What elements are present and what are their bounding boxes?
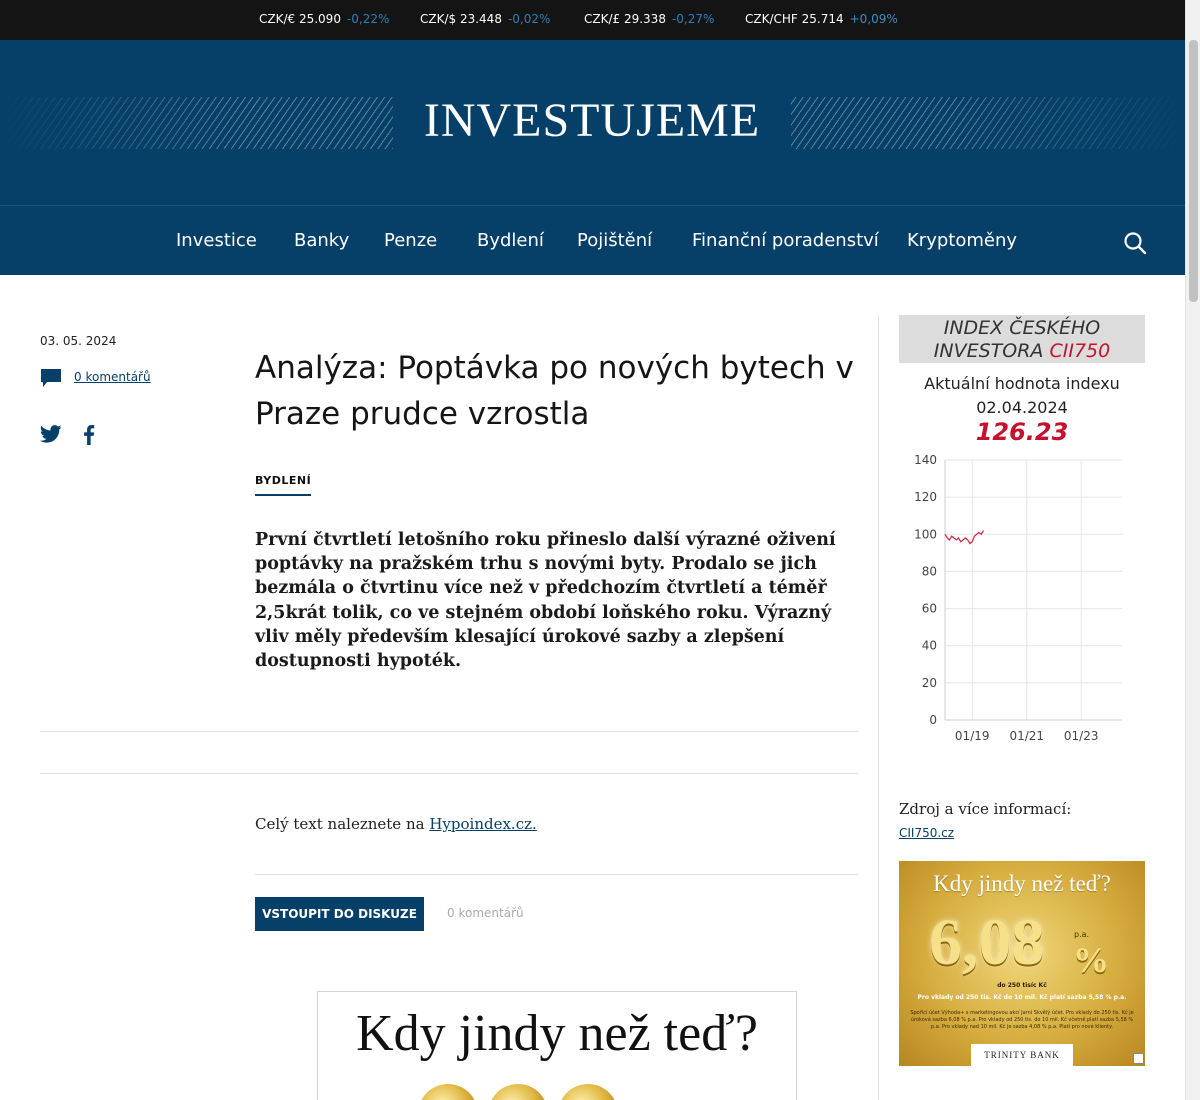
search-icon[interactable] <box>1123 231 1147 255</box>
ticker-change: +0,09% <box>849 12 898 26</box>
article-title: Analýza: Poptávka po nových bytech v Pra… <box>255 350 854 432</box>
twitter-icon[interactable] <box>40 425 62 443</box>
index-title-text: INVESTORA <box>933 340 1044 362</box>
divider <box>255 874 858 875</box>
side-banner-percent: % <box>1073 940 1109 980</box>
page-scrollbar[interactable] <box>1185 0 1200 1100</box>
side-banner-rate: 6,08 <box>929 906 1045 979</box>
ticker-pair: CZK/€ 25.090 <box>259 12 341 26</box>
banner-headline: Kdy jindy než teď? <box>356 1005 758 1062</box>
ticker-change: -0,27% <box>671 12 715 26</box>
divider <box>40 731 858 732</box>
article-perex: První čtvrtletí letošního roku přineslo … <box>255 530 836 672</box>
ticker-pair: CZK/$ 23.448 <box>420 12 502 26</box>
sidebar-divider <box>878 315 879 1100</box>
article-date: 03. 05. 2024 <box>40 334 117 348</box>
index-line-chart: 0 20 40 60 80 100 120 140 01/19 01/21 01/23 <box>914 453 1122 743</box>
ticker-item: CZK/€ 25.090 -0,22% <box>259 12 389 26</box>
nav-item-investice[interactable]: Investice <box>176 230 257 251</box>
ticker-change: -0,02% <box>507 12 551 26</box>
y-tick-label: 40 <box>922 639 937 653</box>
side-banner-upto: do 250 tisíc Kč <box>997 982 1047 989</box>
nav-item-bydleni[interactable]: Bydlení <box>477 230 544 251</box>
source-link[interactable]: CII750.cz <box>899 826 954 840</box>
y-tick-label: 80 <box>922 564 937 578</box>
y-tick-label: 100 <box>914 527 937 541</box>
ticker-item: CZK/CHF 25.714 +0,09% <box>745 12 898 26</box>
index-value: 126.23 <box>975 418 1069 446</box>
comment-icon <box>41 369 61 387</box>
currency-ticker: CZK/€ 25.090 -0,22% CZK/$ 23.448 -0,02% CZ… <box>0 0 1185 40</box>
y-tick-label: 120 <box>914 490 937 504</box>
nav-item-financni-poradenstvi[interactable]: Finanční poradenství <box>692 230 879 251</box>
nav-item-banky[interactable]: Banky <box>294 230 349 251</box>
index-title-brand: CII750 <box>1049 340 1111 362</box>
ticker-item: CZK/$ 23.448 -0,02% <box>420 12 550 26</box>
index-title-line2: INVESTORA CII750 <box>899 340 1145 363</box>
x-tick-label: 01/19 <box>955 729 990 743</box>
discussion-count: 0 komentářů <box>447 906 524 920</box>
site-logo[interactable]: INVESTUJEME <box>393 93 791 148</box>
site-header: INVESTUJEME <box>0 40 1185 205</box>
ticker-pair: CZK/CHF 25.714 <box>745 12 844 26</box>
side-banner-line: Pro vklady od 250 tis. Kč do 10 mil. Kč … <box>917 994 1127 1001</box>
gold-coin-image <box>558 1084 618 1100</box>
gold-coin-image <box>488 1084 548 1100</box>
header-stripes-left <box>0 97 393 149</box>
gold-coin-image <box>418 1084 478 1100</box>
side-banner-headline: Kdy jindy než teď? <box>933 871 1111 896</box>
ad-banner-side[interactable]: Kdy jindy než teď? 6,08 p.a. % do 250 ti… <box>899 861 1145 1066</box>
fulltext-prefix: Celý text naleznete na <box>255 815 425 833</box>
facebook-icon[interactable] <box>82 425 96 445</box>
index-widget-title: INDEX ČESKÉHO INVESTORA CII750 <box>899 315 1145 363</box>
nav-item-pojisteni[interactable]: Pojištění <box>577 230 652 251</box>
comments-count-link[interactable]: 0 komentářů <box>74 370 151 384</box>
source-label: Zdroj a více informací: <box>899 800 1072 818</box>
scrollbar-thumb[interactable] <box>1189 40 1198 302</box>
ad-banner-main[interactable]: Kdy jindy než teď? <box>317 991 797 1100</box>
header-stripes-right <box>791 97 1185 149</box>
side-banner-fineprint: Spořicí účet Výhoda+ s marketingovou akc… <box>910 1010 1134 1030</box>
ticker-pair: CZK/£ 29.338 <box>584 12 666 26</box>
divider <box>40 773 858 774</box>
nav-item-kryptomeny[interactable]: Kryptoměny <box>907 230 1017 251</box>
y-tick-label: 20 <box>922 676 937 690</box>
index-title-line1: INDEX ČESKÉHO <box>943 317 1101 339</box>
article-category-tag[interactable]: BYDLENÍ <box>255 474 312 496</box>
index-subtitle-date: 02.04.2024 <box>976 398 1068 417</box>
ticker-change: -0,22% <box>346 12 390 26</box>
main-nav: Investice Banky Penze Bydlení Pojištění … <box>0 205 1185 275</box>
ad-choices-icon[interactable] <box>1133 1053 1144 1064</box>
fulltext-source-link[interactable]: Hypoindex.cz. <box>429 815 536 833</box>
side-banner-pa: p.a. <box>1074 930 1090 939</box>
index-subtitle-label: Aktuální hodnota indexu <box>924 374 1120 393</box>
enter-discussion-button[interactable]: VSTOUPIT DO DISKUZE <box>255 897 424 931</box>
y-tick-label: 60 <box>922 602 937 616</box>
y-tick-label: 0 <box>929 713 937 727</box>
series-line <box>944 530 985 545</box>
x-tick-label: 01/21 <box>1009 729 1044 743</box>
fulltext-line: Celý text naleznete na Hypoindex.cz. <box>255 815 537 833</box>
side-banner-brand: TRINITY BANK <box>971 1044 1073 1066</box>
ticker-item: CZK/£ 29.338 -0,27% <box>584 12 714 26</box>
y-tick-label: 140 <box>914 453 937 467</box>
x-tick-label: 01/23 <box>1064 729 1099 743</box>
nav-item-penze[interactable]: Penze <box>384 230 437 251</box>
index-subtitle: Aktuální hodnota indexu 02.04.2024 <box>899 372 1145 420</box>
